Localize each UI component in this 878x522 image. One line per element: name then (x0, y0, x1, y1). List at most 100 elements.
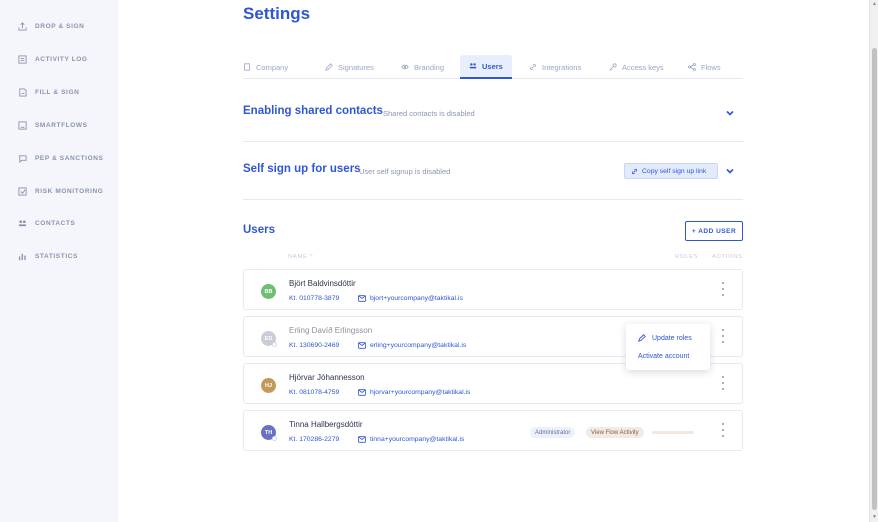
flag-icon (18, 154, 27, 163)
more-actions-icon[interactable] (719, 329, 727, 343)
user-email-text: tinna+yourcompany@taktikal.is (370, 436, 465, 443)
tab-label: Signatures (338, 62, 374, 72)
user-name: Björt Baldvinsdóttir (289, 279, 356, 288)
eye-icon (401, 64, 409, 70)
sidebar-item-pep-sanctions[interactable]: PEP & SANCTIONS (18, 151, 103, 165)
add-user-button[interactable]: + ADD USER (685, 221, 743, 241)
update-roles-menu-item[interactable]: Update roles (638, 334, 692, 342)
sidebar-item-smartflows[interactable]: SMARTFLOWS (18, 118, 88, 132)
user-kennitala: Kt. 010778-3879 (289, 295, 340, 302)
avatar: TH (261, 425, 277, 441)
form-icon (18, 87, 27, 97)
status-dot (272, 436, 277, 441)
activate-account-menu-item[interactable]: Activate account (638, 353, 689, 360)
activate-account-label: Activate account (638, 353, 690, 360)
sidebar-item-drop-sign[interactable]: DROP & SIGN (18, 19, 84, 33)
building-icon (244, 63, 250, 71)
pencil-icon (638, 334, 646, 342)
column-header-roles: ROLES (675, 254, 699, 260)
user-email[interactable]: bjort+yourcompany@taktikal.is (358, 295, 463, 302)
sidebar: DROP & SIGN ACTIVITY LOG FILL & SIGN SMA… (0, 0, 118, 522)
sidebar-item-label: RISK MONITORING (35, 187, 104, 195)
user-email[interactable]: tinna+yourcompany@taktikal.is (358, 436, 464, 443)
user-row[interactable]: BB Björt Baldvinsdóttir Kt. 010778-3879 … (243, 269, 743, 310)
divider (243, 141, 743, 142)
role-overflow-bar (652, 431, 694, 434)
tab-company[interactable]: Company (243, 55, 288, 79)
sidebar-item-risk-monitoring[interactable]: RISK MONITORING (18, 184, 103, 198)
sidebar-item-activity-log[interactable]: ACTIVITY LOG (18, 52, 88, 66)
avatar-initials: TH (264, 429, 273, 436)
more-actions-icon[interactable] (719, 282, 727, 296)
scroll-thumb[interactable] (872, 48, 877, 510)
mail-icon (358, 436, 366, 443)
people-icon (18, 219, 27, 228)
mail-icon (358, 342, 366, 349)
tab-label: Flows (701, 62, 721, 72)
user-name: Tinna Hallbergsdóttir (289, 420, 363, 429)
scroll-up-arrow-icon[interactable]: ▲ (872, 2, 877, 7)
user-row[interactable]: TH Tinna Hallbergsdóttir Kt. 170286-2279… (243, 410, 743, 451)
tab-users[interactable]: Users (460, 55, 512, 79)
tab-label: Company (256, 62, 289, 72)
user-email[interactable]: hjorvar+yourcompany@taktikal.is (358, 389, 470, 396)
more-actions-icon[interactable] (719, 423, 727, 437)
user-name: Erling Davíð Erlingsson (289, 326, 373, 335)
user-kennitala: Kt. 130690-2469 (289, 342, 340, 349)
user-email-text: erling+yourcompany@taktikal.is (370, 342, 467, 349)
tab-branding[interactable]: Branding (401, 55, 444, 79)
tab-flows[interactable]: Flows (688, 55, 721, 79)
sidebar-item-label: PEP & SANCTIONS (35, 154, 104, 162)
pen-icon (325, 63, 333, 71)
self-signup-status: User self signup is disabled (359, 167, 451, 176)
copy-signup-link-button[interactable]: Copy self sign up link (624, 163, 718, 179)
user-kennitala: Kt. 081078-4759 (289, 389, 340, 396)
sidebar-item-label: STATISTICS (35, 252, 78, 260)
mail-icon (358, 389, 366, 396)
users-section-title: Users (243, 224, 275, 236)
avatar: BB (261, 284, 276, 299)
chart-icon (18, 252, 27, 261)
more-actions-icon[interactable] (719, 376, 727, 390)
tab-label: Access keys (622, 62, 664, 72)
sidebar-item-label: FILL & SIGN (35, 88, 80, 96)
chevron-down-icon[interactable] (724, 165, 736, 177)
monitor-icon (18, 186, 27, 196)
user-email[interactable]: erling+yourcompany@taktikal.is (358, 342, 466, 349)
user-email-text: hjorvar+yourcompany@taktikal.is (370, 389, 471, 396)
tab-integrations[interactable]: Integrations (529, 55, 581, 79)
sidebar-item-statistics[interactable]: STATISTICS (18, 249, 78, 263)
tab-label: Users (482, 61, 503, 71)
shared-contacts-status: Shared contacts is disabled (383, 109, 475, 118)
copy-signup-link-label: Copy self sign up link (642, 167, 707, 175)
avatar: ED (261, 331, 277, 347)
link-icon (631, 168, 638, 174)
user-name: Hjörvar Jóhannesson (289, 373, 365, 382)
self-signup-title: Self sign up for users (243, 163, 361, 175)
role-badge-view-flow-activity: View Flow Activity (586, 427, 644, 438)
user-kennitala: Kt. 170286-2279 (289, 436, 340, 443)
sidebar-item-contacts[interactable]: CONTACTS (18, 216, 75, 230)
vertical-scrollbar[interactable]: ▲ ▼ (869, 0, 878, 522)
sidebar-item-fill-sign[interactable]: FILL & SIGN (18, 85, 79, 99)
tab-access-keys[interactable]: Access keys (609, 55, 664, 79)
chevron-down-icon[interactable] (724, 107, 736, 119)
key-icon (609, 63, 617, 71)
page-title: Settings (243, 4, 311, 23)
scroll-down-arrow-icon[interactable]: ▼ (872, 515, 877, 520)
role-badge-administrator: Administrator (530, 427, 576, 438)
flow-icon (688, 63, 696, 71)
avatar-initials: ED (264, 335, 273, 342)
user-email-text: bjort+yourcompany@taktikal.is (370, 295, 463, 302)
tab-signatures[interactable]: Signatures (325, 55, 374, 79)
upload-icon (18, 21, 27, 31)
column-header-actions: ACTIONS (712, 254, 743, 260)
flow-icon (18, 120, 27, 130)
update-roles-label: Update roles (652, 334, 692, 342)
tab-label: Branding (414, 62, 445, 72)
mail-icon (358, 295, 366, 302)
sidebar-item-label: SMARTFLOWS (35, 121, 88, 129)
column-header-name[interactable]: NAME ^ (288, 254, 313, 260)
sidebar-item-label: ACTIVITY LOG (35, 55, 88, 63)
status-dot (272, 342, 277, 347)
